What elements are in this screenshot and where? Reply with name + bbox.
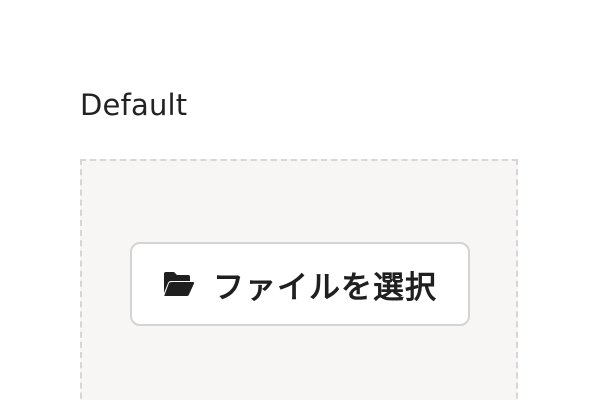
section-label: Default — [80, 88, 188, 122]
choose-file-label: ファイルを選択 — [213, 269, 437, 306]
folder-open-icon — [163, 271, 195, 297]
choose-file-button[interactable]: ファイルを選択 — [130, 242, 470, 326]
